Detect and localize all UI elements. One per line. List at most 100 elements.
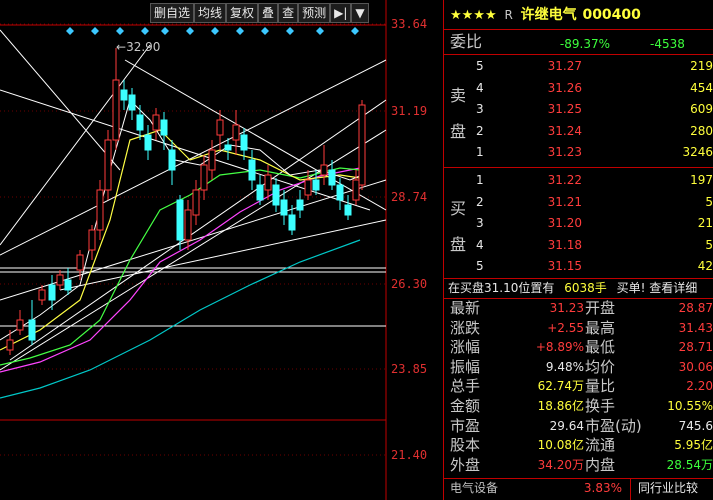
candlestick [64, 279, 72, 291]
sell-order-price[interactable]: 31.23 [520, 142, 582, 162]
candlestick [296, 199, 304, 211]
sell-order-price[interactable]: 31.27 [520, 56, 582, 76]
event-marker-icon [186, 27, 194, 35]
buy-order-price[interactable]: 31.21 [520, 192, 582, 212]
buy-order-volume: 5 [705, 194, 713, 209]
price-axis-label: 28.74 [391, 190, 428, 204]
stock-name: 许继电气 [520, 7, 577, 23]
price-axis-label: 21.40 [391, 448, 428, 462]
stat-label: 均价 [585, 357, 616, 376]
stat-label: 最高 [585, 318, 616, 337]
big-order-notice[interactable]: 在买盘31.10位置有 6038手 买单! 查看详细 [448, 278, 697, 298]
candlestick [160, 119, 168, 136]
stat-value: 28.87 [678, 301, 713, 315]
sell-order-volume: 219 [690, 59, 713, 73]
candlestick [6, 339, 14, 351]
stat-label: 开盘 [585, 299, 616, 317]
compare-button[interactable]: 查 [278, 3, 299, 23]
candlestick [328, 169, 336, 186]
sell-order-price[interactable]: 31.25 [520, 99, 582, 119]
event-marker-icon [161, 27, 169, 35]
sell-order-price[interactable]: 31.26 [520, 78, 582, 98]
stat-label: 内盘 [585, 455, 616, 474]
divider [443, 54, 713, 55]
candlestick [272, 184, 280, 206]
candlestick [248, 159, 256, 181]
stat-value: 2.20 [686, 379, 713, 394]
stat-value: 31.23 [549, 301, 584, 315]
stat-value: +8.89% [535, 340, 584, 355]
stat-label: 振幅 [450, 357, 481, 376]
ma-line-button[interactable]: 均线 [194, 3, 227, 23]
stat-value: 10.55% [667, 399, 713, 413]
stat-value: 28.54万 [666, 457, 713, 472]
price-axis-label: 23.85 [391, 362, 428, 376]
stat-value: 28.71 [678, 340, 713, 355]
event-marker-icon [351, 27, 359, 35]
buy-order-level: 4 [476, 237, 484, 252]
sell-order-volume: 609 [690, 102, 713, 116]
candlestick [352, 179, 360, 201]
buy-order-level: 1 [476, 173, 484, 187]
delete-custom-button[interactable]: 删自选 [150, 3, 195, 23]
candlestick [176, 199, 184, 241]
commission-ratio: -89.37% [559, 37, 610, 51]
sector-name[interactable]: 电气设备 [450, 478, 498, 498]
price-axis-label: 33.64 [391, 17, 428, 31]
candlestick [56, 274, 64, 286]
candlestick [16, 319, 24, 331]
buy-order-price[interactable]: 31.20 [520, 213, 582, 233]
sell-order-level: 2 [476, 123, 484, 138]
stat-label: 涨跌 [450, 318, 481, 337]
next-icon[interactable]: ▶| [330, 3, 352, 23]
buy-side-label: 买 [450, 199, 467, 218]
stat-label: 涨幅 [450, 338, 481, 357]
candlestick [304, 179, 312, 196]
candlestick [112, 79, 120, 141]
sell-order-price[interactable]: 31.24 [520, 121, 582, 141]
stat-value: 31.43 [678, 320, 713, 335]
stat-value: 10.08亿 [537, 438, 584, 453]
candlestick [320, 164, 328, 176]
buy-order-price[interactable]: 31.18 [520, 235, 582, 255]
kline-chart[interactable] [0, 0, 388, 500]
chart-toolbar: 删自选 均线 复权 叠 查 预测 ▶| ▼ [150, 3, 369, 23]
candlestick [280, 199, 288, 216]
peer-compare-button[interactable]: 同行业比较 [638, 478, 698, 498]
candlestick [312, 179, 320, 191]
candlestick [336, 184, 344, 201]
candlestick [120, 89, 128, 101]
candlestick [208, 149, 216, 171]
event-marker-icon [316, 27, 324, 35]
adjust-button[interactable]: 复权 [226, 3, 259, 23]
stat-label: 流通 [585, 436, 616, 455]
trend-line [0, 129, 387, 371]
candlestick [152, 114, 160, 131]
stat-value: 9.48% [545, 359, 584, 374]
sell-side-label: 盘 [450, 122, 467, 141]
stat-label: 外盘 [450, 455, 481, 474]
margin-flag: R [504, 8, 513, 22]
buy-order-price[interactable]: 31.22 [520, 170, 582, 190]
candlestick [256, 184, 264, 201]
buy-order-price[interactable]: 31.15 [520, 256, 582, 276]
trend-line [0, 44, 151, 246]
candlestick [344, 204, 352, 216]
sell-order-volume: 3246 [682, 145, 713, 159]
sell-order-level: 3 [476, 102, 484, 116]
event-marker-icon [141, 27, 149, 35]
stat-label: 换手 [585, 397, 616, 415]
candlestick [168, 149, 176, 171]
event-marker-icon [261, 27, 269, 35]
chevron-down-icon[interactable]: ▼ [351, 3, 369, 23]
stat-label: 股本 [450, 436, 481, 455]
candlestick [192, 189, 200, 216]
sector-change: 3.83% [583, 481, 622, 495]
kline-svg[interactable] [0, 0, 388, 500]
sell-order-volume: 454 [690, 80, 713, 95]
sell-order-level: 1 [476, 145, 484, 159]
overlay-button[interactable]: 叠 [258, 3, 279, 23]
candlestick [136, 114, 144, 131]
stat-value: 5.95亿 [674, 438, 713, 453]
predict-button[interactable]: 预测 [298, 3, 331, 23]
